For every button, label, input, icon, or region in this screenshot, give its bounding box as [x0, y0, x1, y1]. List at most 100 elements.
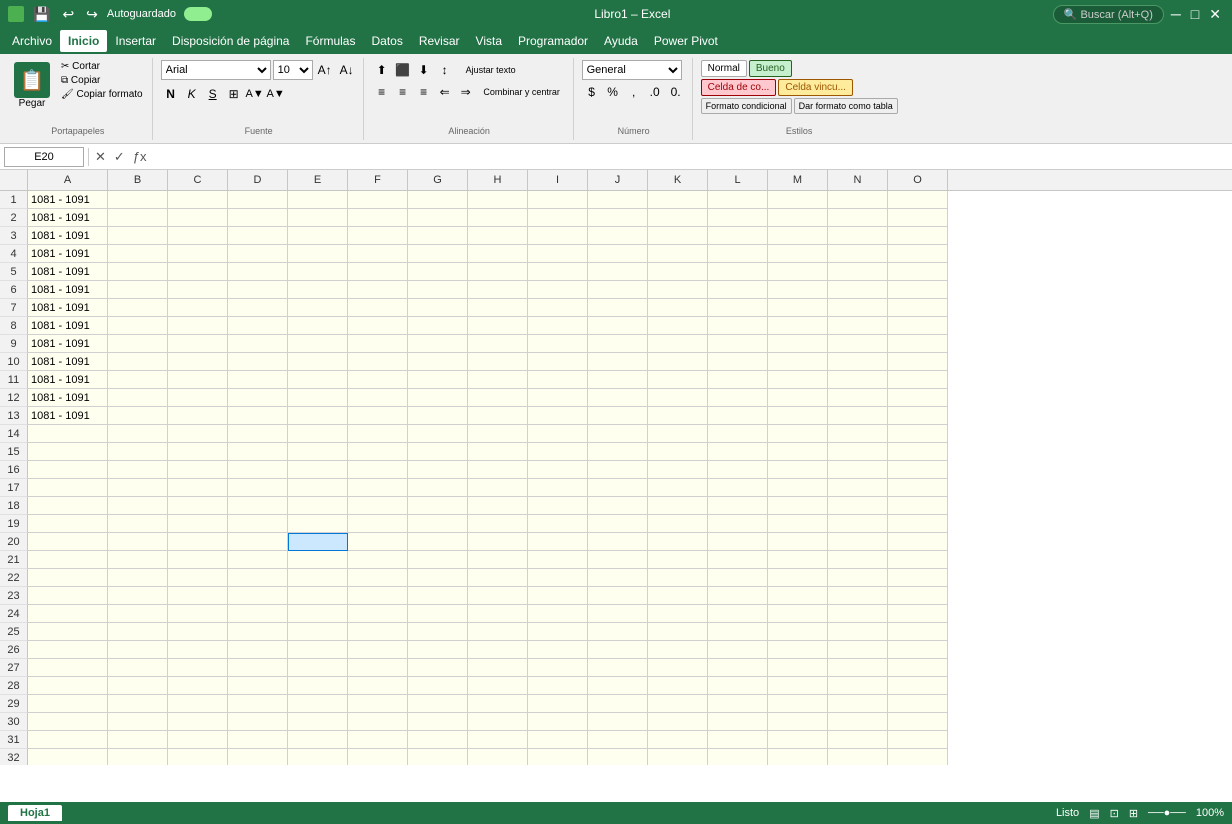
cell-N27[interactable] [828, 659, 888, 677]
cell-B20[interactable] [108, 533, 168, 551]
cell-A8[interactable]: 1081 - 1091 [28, 317, 108, 335]
cell-N22[interactable] [828, 569, 888, 587]
cell-M17[interactable] [768, 479, 828, 497]
cell-H26[interactable] [468, 641, 528, 659]
cell-C31[interactable] [168, 731, 228, 749]
cell-D27[interactable] [228, 659, 288, 677]
col-header-J[interactable]: J [588, 170, 648, 190]
cell-E12[interactable] [288, 389, 348, 407]
cell-J14[interactable] [588, 425, 648, 443]
cell-H27[interactable] [468, 659, 528, 677]
cell-M22[interactable] [768, 569, 828, 587]
cell-J28[interactable] [588, 677, 648, 695]
col-header-D[interactable]: D [228, 170, 288, 190]
cell-J5[interactable] [588, 263, 648, 281]
cell-H19[interactable] [468, 515, 528, 533]
cell-I19[interactable] [528, 515, 588, 533]
cell-K5[interactable] [648, 263, 708, 281]
cell-L14[interactable] [708, 425, 768, 443]
cell-L29[interactable] [708, 695, 768, 713]
cell-M21[interactable] [768, 551, 828, 569]
cell-L3[interactable] [708, 227, 768, 245]
cell-B10[interactable] [108, 353, 168, 371]
cell-H16[interactable] [468, 461, 528, 479]
cell-O29[interactable] [888, 695, 948, 713]
cell-B2[interactable] [108, 209, 168, 227]
cell-M7[interactable] [768, 299, 828, 317]
cell-I12[interactable] [528, 389, 588, 407]
align-top-button[interactable]: ⬆ [372, 60, 392, 80]
cell-B22[interactable] [108, 569, 168, 587]
cell-F23[interactable] [348, 587, 408, 605]
cell-I4[interactable] [528, 245, 588, 263]
cell-G21[interactable] [408, 551, 468, 569]
cell-E25[interactable] [288, 623, 348, 641]
cell-H6[interactable] [468, 281, 528, 299]
cell-L23[interactable] [708, 587, 768, 605]
wrap-text-button[interactable]: Ajustar texto [456, 60, 526, 80]
cell-F12[interactable] [348, 389, 408, 407]
view-normal-icon[interactable]: ▤ [1089, 807, 1099, 820]
cell-J10[interactable] [588, 353, 648, 371]
cell-C26[interactable] [168, 641, 228, 659]
style-normal[interactable]: Normal [701, 60, 747, 77]
row-number-7[interactable]: 7 [0, 299, 28, 317]
cell-M18[interactable] [768, 497, 828, 515]
cell-N7[interactable] [828, 299, 888, 317]
cell-G32[interactable] [408, 749, 468, 765]
cell-J31[interactable] [588, 731, 648, 749]
cell-M25[interactable] [768, 623, 828, 641]
cell-N1[interactable] [828, 191, 888, 209]
cell-O16[interactable] [888, 461, 948, 479]
cell-N30[interactable] [828, 713, 888, 731]
cell-B29[interactable] [108, 695, 168, 713]
cell-K31[interactable] [648, 731, 708, 749]
cell-K28[interactable] [648, 677, 708, 695]
cell-J32[interactable] [588, 749, 648, 765]
cell-L13[interactable] [708, 407, 768, 425]
cell-C12[interactable] [168, 389, 228, 407]
cell-K20[interactable] [648, 533, 708, 551]
cell-B30[interactable] [108, 713, 168, 731]
cell-F30[interactable] [348, 713, 408, 731]
col-header-K[interactable]: K [648, 170, 708, 190]
cell-O24[interactable] [888, 605, 948, 623]
cell-H18[interactable] [468, 497, 528, 515]
cell-L1[interactable] [708, 191, 768, 209]
cell-M32[interactable] [768, 749, 828, 765]
col-header-M[interactable]: M [768, 170, 828, 190]
cell-O32[interactable] [888, 749, 948, 765]
cell-M30[interactable] [768, 713, 828, 731]
cell-C23[interactable] [168, 587, 228, 605]
cell-K14[interactable] [648, 425, 708, 443]
cell-M10[interactable] [768, 353, 828, 371]
cell-J22[interactable] [588, 569, 648, 587]
cell-E1[interactable] [288, 191, 348, 209]
cell-H30[interactable] [468, 713, 528, 731]
cell-N9[interactable] [828, 335, 888, 353]
cell-G9[interactable] [408, 335, 468, 353]
cell-B17[interactable] [108, 479, 168, 497]
cell-E17[interactable] [288, 479, 348, 497]
cell-E23[interactable] [288, 587, 348, 605]
cell-K3[interactable] [648, 227, 708, 245]
cell-H31[interactable] [468, 731, 528, 749]
cell-M29[interactable] [768, 695, 828, 713]
cell-D6[interactable] [228, 281, 288, 299]
font-name-select[interactable]: Arial Calibri Times New Roman [161, 60, 271, 80]
row-number-29[interactable]: 29 [0, 695, 28, 713]
cell-I30[interactable] [528, 713, 588, 731]
cell-B27[interactable] [108, 659, 168, 677]
cell-H2[interactable] [468, 209, 528, 227]
cell-M28[interactable] [768, 677, 828, 695]
cell-J8[interactable] [588, 317, 648, 335]
cell-K13[interactable] [648, 407, 708, 425]
cell-K16[interactable] [648, 461, 708, 479]
cell-B13[interactable] [108, 407, 168, 425]
cell-N31[interactable] [828, 731, 888, 749]
redo-button[interactable]: ↪ [83, 6, 101, 23]
cell-M31[interactable] [768, 731, 828, 749]
cell-B18[interactable] [108, 497, 168, 515]
cell-G25[interactable] [408, 623, 468, 641]
cell-A4[interactable]: 1081 - 1091 [28, 245, 108, 263]
